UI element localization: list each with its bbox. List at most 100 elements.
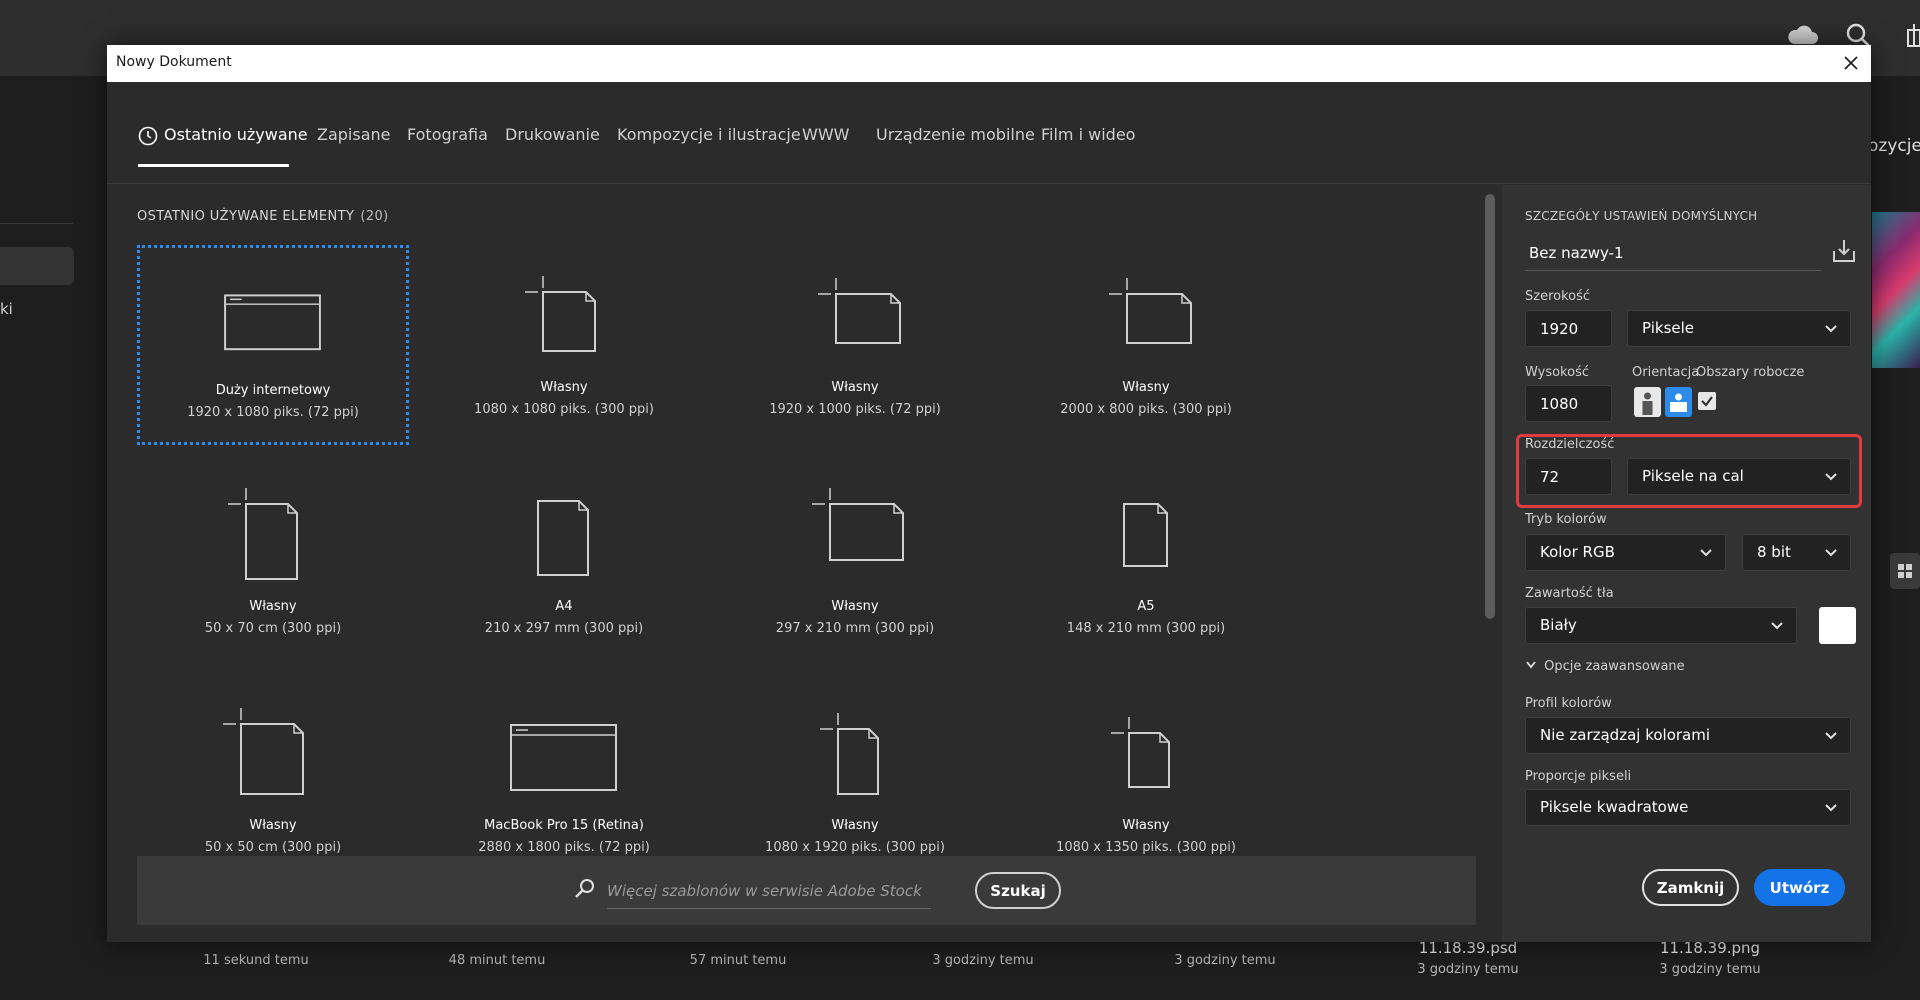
dialog-title: Nowy Dokument [116, 54, 232, 70]
portrait-person-icon [1642, 392, 1653, 415]
sidebar-label: ki [0, 300, 13, 318]
color-mode-label: Tryb kolorów [1525, 512, 1607, 527]
color-mode-dropdown[interactable]: Kolor RGB [1525, 534, 1726, 571]
grid-icon [1898, 564, 1912, 578]
file-item[interactable]: 3 godziny temu [1165, 950, 1285, 972]
artboards-checkbox[interactable] [1698, 392, 1716, 410]
chevron-down-icon [1526, 661, 1536, 669]
resolution-unit-dropdown[interactable]: Piksele na cal [1627, 458, 1851, 495]
checkmark-icon [1701, 396, 1713, 407]
orientation-landscape-button[interactable] [1665, 387, 1692, 417]
web-document-icon [224, 294, 321, 351]
preset-item[interactable]: Własny 1080 x 1920 piks. (300 ppi) [719, 683, 991, 883]
tab-mobile[interactable]: Urządzenie mobilne [876, 125, 1035, 144]
dialog-titlebar: Nowy Dokument [107, 45, 1871, 82]
recent-items-label: OSTATNIO UŻYWANE ELEMENTY (20) [137, 209, 389, 224]
custom-document-icon [818, 278, 901, 344]
search-icon [575, 879, 594, 898]
close-icon[interactable] [1839, 51, 1863, 75]
preset-item[interactable]: Własny 1080 x 1350 piks. (300 ppi) [1010, 683, 1282, 883]
file-item[interactable]: 11.18.39.psd 3 godziny temu [1408, 937, 1528, 981]
file-item[interactable]: 3 godziny temu [923, 950, 1043, 972]
sidebar-divider [0, 223, 73, 224]
grid-view-button[interactable] [1890, 553, 1920, 589]
preset-item[interactable]: Własny 50 x 70 cm (300 ppi) [137, 464, 409, 664]
document-icon [537, 500, 589, 576]
recent-files: 11 sekund temu 48 minut temu 57 minut te… [0, 939, 1920, 1000]
tab-photo[interactable]: Fotografia [407, 125, 488, 144]
document-icon [1123, 503, 1168, 567]
preset-item[interactable]: Duży internetowy 1920 x 1080 piks. (72 p… [137, 245, 409, 445]
custom-document-icon [820, 713, 879, 795]
preset-item[interactable]: A5 148 x 210 mm (300 ppi) [1010, 464, 1282, 664]
color-profile-dropdown[interactable]: Nie zarządzaj kolorami [1525, 717, 1851, 754]
document-name-input[interactable] [1525, 235, 1821, 271]
save-preset-icon[interactable] [1830, 237, 1858, 265]
thumbnail[interactable] [1872, 212, 1920, 368]
pixel-aspect-dropdown[interactable]: Piksele kwadratowe [1525, 789, 1851, 826]
chevron-down-icon [1825, 804, 1837, 812]
chevron-down-icon [1825, 325, 1837, 333]
tab-film-video[interactable]: Film i wideo [1041, 125, 1135, 144]
custom-document-icon [1111, 717, 1170, 788]
tab-art-illustration[interactable]: Kompozycje i ilustracje [617, 125, 801, 144]
width-unit-dropdown[interactable]: Piksele [1627, 310, 1851, 347]
new-document-dialog: Nowy Dokument Ostatnio używane Zapisane … [107, 45, 1871, 942]
clock-icon [138, 126, 158, 146]
active-tab-indicator [138, 164, 289, 167]
custom-document-icon [812, 488, 904, 561]
file-item[interactable]: 11.18.39.png 3 godziny temu [1650, 937, 1770, 981]
tab-recent[interactable]: Ostatnio używane [164, 125, 308, 144]
category-tabs: Ostatnio używane Zapisane Fotografia Dru… [107, 82, 1871, 184]
preset-item[interactable]: Własny 50 x 50 cm (300 ppi) [137, 683, 409, 883]
resolution-input[interactable] [1525, 458, 1612, 495]
file-item[interactable]: 57 minut temu [678, 950, 798, 972]
preset-item[interactable]: MacBook Pro 15 (Retina) 2880 x 1800 piks… [428, 683, 700, 883]
preset-item[interactable]: Własny 297 x 210 mm (300 ppi) [719, 464, 991, 664]
preset-item[interactable]: Własny 2000 x 800 piks. (300 ppi) [1010, 245, 1282, 445]
custom-document-icon [525, 276, 596, 352]
background-dropdown[interactable]: Biały [1525, 607, 1797, 644]
height-label: Wysokość [1525, 365, 1589, 380]
search-button[interactable]: Szukaj [975, 872, 1061, 909]
width-input[interactable] [1525, 310, 1612, 347]
file-item[interactable]: 48 minut temu [437, 950, 557, 972]
bit-depth-dropdown[interactable]: 8 bit [1742, 534, 1851, 571]
stock-search-input[interactable] [607, 873, 931, 909]
tab-print[interactable]: Drukowanie [505, 125, 600, 144]
tab-saved[interactable]: Zapisane [317, 125, 391, 144]
orientation-portrait-button[interactable] [1634, 387, 1661, 417]
gift-icon[interactable] [1906, 22, 1920, 48]
preset-item[interactable]: Własny 1080 x 1080 piks. (300 ppi) [428, 245, 700, 445]
color-profile-label: Profil kolorów [1525, 696, 1612, 711]
custom-document-icon [1109, 278, 1192, 344]
resolution-label: Rozdzielczość [1525, 437, 1615, 452]
chevron-down-icon [1700, 549, 1712, 557]
web-document-icon [510, 724, 617, 791]
cloud-icon[interactable] [1786, 24, 1818, 46]
pixel-aspect-label: Proporcje pikseli [1525, 769, 1632, 784]
custom-document-icon [228, 488, 298, 580]
tab-web[interactable]: WWW [802, 125, 849, 144]
chevron-down-icon [1825, 549, 1837, 557]
background-label: Zawartość tła [1525, 586, 1614, 601]
orientation-label: Orientacja [1632, 365, 1700, 380]
scrollbar-thumb[interactable] [1485, 194, 1495, 619]
preset-item[interactable]: A4 210 x 297 mm (300 ppi) [428, 464, 700, 664]
preset-details-panel: SZCZEGÓŁY USTAWIEŃ DOMYŚLNYCH Szerokość … [1502, 185, 1871, 942]
preset-item[interactable]: Własny 1920 x 1000 piks. (72 ppi) [719, 245, 991, 445]
width-label: Szerokość [1525, 289, 1591, 304]
details-heading: SZCZEGÓŁY USTAWIEŃ DOMYŚLNYCH [1525, 209, 1758, 223]
close-button[interactable]: Zamknij [1642, 869, 1739, 906]
custom-document-icon [223, 708, 304, 795]
background-color-swatch[interactable] [1819, 607, 1856, 644]
advanced-options-toggle[interactable]: Opcje zaawansowane [1525, 659, 1685, 674]
height-input[interactable] [1525, 385, 1612, 422]
section-title: ozycje [1868, 136, 1920, 156]
sidebar-item[interactable] [0, 247, 74, 285]
presets-panel: OSTATNIO UŻYWANE ELEMENTY (20) Duży inter… [107, 185, 1502, 942]
file-item[interactable]: 11 sekund temu [196, 950, 316, 972]
create-button[interactable]: Utwórz [1754, 869, 1845, 906]
stock-search-bar: Szukaj [137, 856, 1476, 925]
chevron-down-icon [1825, 473, 1837, 481]
